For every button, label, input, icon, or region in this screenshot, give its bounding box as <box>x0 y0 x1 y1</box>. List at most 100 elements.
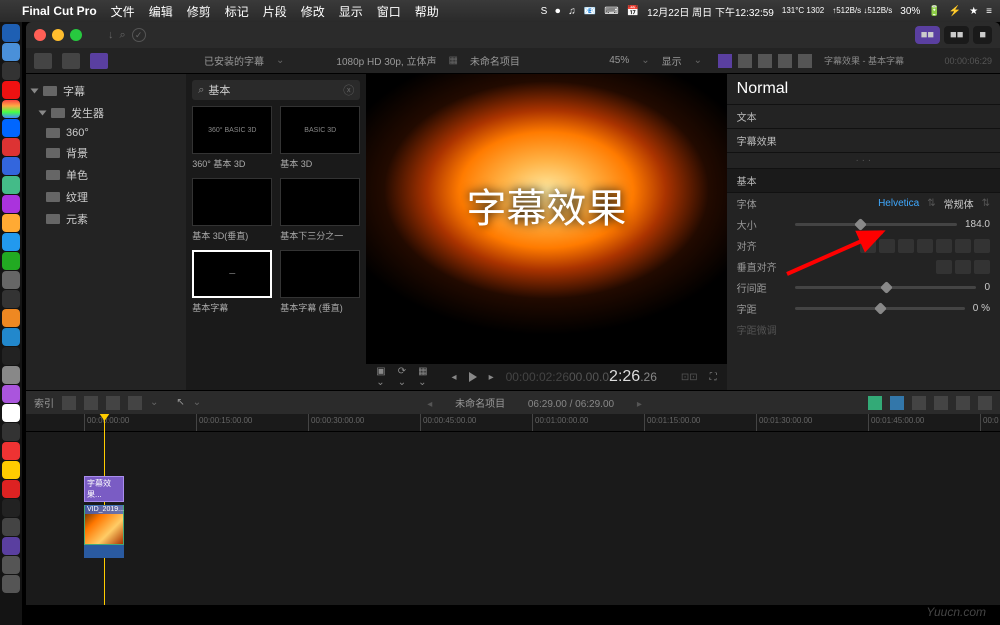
clear-search-icon[interactable]: ⓧ <box>343 82 354 98</box>
dock-app[interactable] <box>2 404 20 422</box>
dock-app[interactable] <box>2 461 20 479</box>
inspector-tab-icon[interactable] <box>778 54 792 68</box>
dock-app[interactable] <box>2 43 20 61</box>
project-name[interactable]: 未命名项目 <box>470 53 520 68</box>
dock-app[interactable] <box>2 385 20 403</box>
dock-app[interactable] <box>2 81 20 99</box>
menu-mark[interactable]: 标记 <box>225 3 249 20</box>
dock-app[interactable] <box>2 499 20 517</box>
zoom-value[interactable]: 45% <box>609 55 629 66</box>
dock-app[interactable] <box>2 347 20 365</box>
enhance-menu-icon[interactable]: ▦ ⌄ <box>418 366 427 388</box>
dock-app[interactable] <box>2 423 20 441</box>
dock-app[interactable] <box>2 100 20 118</box>
dock-app[interactable] <box>2 309 20 327</box>
menu-view[interactable]: 显示 <box>339 3 363 20</box>
sidebar-item[interactable]: 单色 <box>26 164 186 186</box>
timeline-ruler[interactable]: 00:00:00:00 00:00:15:00.00 00:00:30:00.0… <box>26 414 1000 432</box>
timeline-project-name[interactable]: 未命名项目 <box>455 399 505 410</box>
battery-icon[interactable]: 🔋 <box>928 6 940 17</box>
valign-middle-icon[interactable] <box>955 260 971 274</box>
dock-app[interactable] <box>2 214 20 232</box>
minimize-button[interactable] <box>52 29 64 41</box>
size-value[interactable]: 184.0 <box>965 219 990 230</box>
dock-app[interactable] <box>2 252 20 270</box>
text-style-dropdown[interactable]: Normal <box>727 74 1000 105</box>
keyword-icon[interactable]: ⌕ <box>120 29 126 42</box>
inspector-tab-icon[interactable] <box>798 54 812 68</box>
sidebar-item[interactable]: 发生器 <box>26 102 186 124</box>
status-mail[interactable]: 📧 <box>584 6 596 17</box>
photos-tab[interactable] <box>62 53 80 69</box>
status-s[interactable]: S <box>541 6 548 17</box>
solo-icon[interactable] <box>912 396 926 410</box>
dock-app[interactable] <box>2 24 20 42</box>
clock[interactable]: 12月22日 周日 下午12:32:59 <box>647 4 774 19</box>
overwrite-icon[interactable] <box>128 396 142 410</box>
dock-app[interactable] <box>2 290 20 308</box>
play-button[interactable] <box>469 372 477 382</box>
insert-icon[interactable] <box>84 396 98 410</box>
sidebar-item[interactable]: 背景 <box>26 142 186 164</box>
font-dropdown[interactable]: Helvetica <box>878 198 919 209</box>
timeline[interactable]: 00:00:00:00 00:00:15:00.00 00:00:30:00.0… <box>26 414 1000 605</box>
title-overlay-text[interactable]: 字幕效果 <box>466 176 626 234</box>
basic-section-header[interactable]: 基本 <box>727 169 1000 193</box>
loop-icon[interactable]: ⊡⊡ <box>681 372 698 383</box>
workspace-toggle[interactable]: ■■ <box>915 26 940 44</box>
status-music[interactable]: ♫ <box>568 6 576 17</box>
align-center-icon[interactable] <box>879 239 895 253</box>
disclosure-triangle-icon[interactable] <box>31 89 39 94</box>
search-field[interactable]: ⌕ ⓧ <box>192 80 360 100</box>
history-fwd-icon[interactable]: ▸ <box>637 399 642 410</box>
timeline-clip[interactable]: 字幕效果... VID_2019... <box>84 476 124 558</box>
align-justify-center-icon[interactable] <box>955 239 971 253</box>
track-slider[interactable] <box>795 307 965 310</box>
title-thumb-selected[interactable]: —基本字幕 <box>192 250 272 314</box>
skimming-icon[interactable] <box>868 396 882 410</box>
audio-skim-icon[interactable] <box>890 396 904 410</box>
zoom-button[interactable] <box>70 29 82 41</box>
workspace-toggle[interactable]: ■ <box>973 26 992 44</box>
close-button[interactable] <box>34 29 46 41</box>
retime-menu-icon[interactable]: ⟳ ⌄ <box>398 366 406 388</box>
prev-edit-icon[interactable]: ◂ <box>452 372 457 383</box>
video-clip[interactable]: VID_2019... <box>84 505 124 545</box>
dock-app[interactable] <box>2 138 20 156</box>
dock-app[interactable] <box>2 556 20 574</box>
dock-app[interactable] <box>2 366 20 384</box>
menu-help[interactable]: 帮助 <box>415 3 439 20</box>
align-justify-icon[interactable] <box>917 239 933 253</box>
title-clip[interactable]: 字幕效果... <box>84 476 124 502</box>
title-thumb[interactable]: 基本字幕 (垂直) <box>280 250 360 314</box>
star-icon[interactable]: ★ <box>969 6 978 17</box>
status-rec[interactable]: ⏺ <box>555 6 560 17</box>
workspace-toggle[interactable]: ■■ <box>944 26 969 44</box>
menu-window[interactable]: 窗口 <box>377 3 401 20</box>
viewer-canvas[interactable]: 字幕效果 <box>366 74 726 364</box>
select-tool-icon[interactable]: ↖ <box>176 397 184 408</box>
search-input[interactable] <box>208 84 339 96</box>
audio-clip[interactable] <box>84 544 124 558</box>
menu-clip[interactable]: 片段 <box>263 3 287 20</box>
browser-title[interactable]: 已安装的字幕 <box>204 53 264 68</box>
inspector-tab-icon[interactable] <box>758 54 772 68</box>
dock-app[interactable] <box>2 176 20 194</box>
align-justify-right-icon[interactable] <box>974 239 990 253</box>
status-cal[interactable]: 📅 <box>627 6 639 17</box>
dock-app[interactable] <box>2 62 20 80</box>
sidebar-item[interactable]: 纹理 <box>26 186 186 208</box>
valign-bottom-icon[interactable] <box>974 260 990 274</box>
dock-trash-icon[interactable] <box>2 575 20 593</box>
clip-appearance-icon[interactable] <box>956 396 970 410</box>
valign-top-icon[interactable] <box>936 260 952 274</box>
dock-app[interactable] <box>2 480 20 498</box>
transform-menu-icon[interactable]: ▣ ⌄ <box>376 366 385 388</box>
history-back-icon[interactable]: ◂ <box>427 399 432 410</box>
track-value[interactable]: 0 % <box>973 303 990 314</box>
dock-app[interactable] <box>2 271 20 289</box>
dock-app[interactable] <box>2 195 20 213</box>
align-justify-left-icon[interactable] <box>936 239 952 253</box>
line-slider[interactable] <box>795 286 977 289</box>
sidebar-item[interactable]: 元素 <box>26 208 186 230</box>
